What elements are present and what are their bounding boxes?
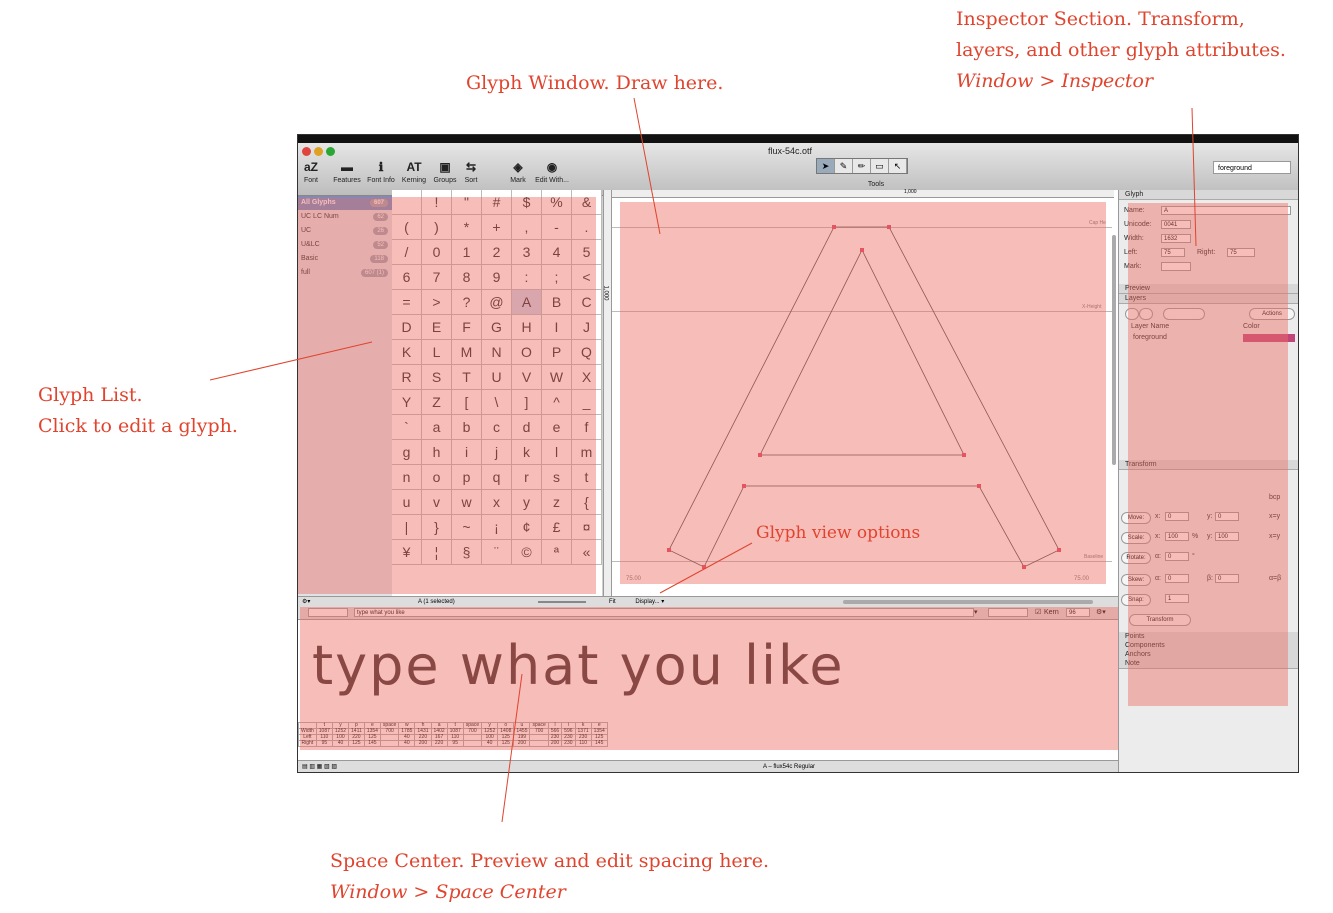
- toolbar-kerning-button[interactable]: AT Kerning: [400, 157, 428, 184]
- window-top-edge: [298, 135, 1298, 143]
- fit-label[interactable]: Fit: [609, 599, 616, 605]
- gear-icon[interactable]: ⚙▾: [302, 599, 310, 605]
- toolbar-edit-with-label: Edit With...: [535, 177, 569, 184]
- horizontal-scrollbar[interactable]: [843, 600, 1093, 604]
- toolbar: flux-54c.otf aZ Font ▬ Features ℹ Font Info…: [298, 143, 1298, 196]
- features-icon: ▬: [341, 160, 353, 174]
- minimize-button[interactable]: [314, 147, 323, 156]
- zoom-button[interactable]: [326, 147, 335, 156]
- pointer-tool-icon[interactable]: ➤: [817, 159, 835, 173]
- annotation-inspector-line-2: layers, and other glyph attributes.: [956, 39, 1286, 61]
- toolbar-kerning-label: Kerning: [401, 177, 427, 184]
- overlay-glyph-list: [298, 197, 596, 594]
- toolbar-features-label: Features: [333, 177, 361, 184]
- toolbar-sort-button[interactable]: ⇆ Sort: [460, 157, 482, 184]
- tools-segmented-control[interactable]: ➤ ✎ ✏ ▭ ↖: [816, 158, 908, 174]
- toolbar-groups-button[interactable]: ▣ Groups: [432, 157, 458, 184]
- annotation-inspector-line-1: Inspector Section. Transform,: [956, 8, 1245, 30]
- toolbar-font-info-label: Font Info: [367, 177, 395, 184]
- zoom-slider[interactable]: [538, 601, 586, 603]
- overlay-inspector: [1128, 203, 1288, 706]
- groups-icon: ▣: [439, 160, 451, 174]
- select-tool-icon[interactable]: ↖: [889, 159, 907, 173]
- font-icon: aZ: [303, 160, 318, 174]
- toolbar-font-button[interactable]: aZ Font: [300, 157, 322, 184]
- annotation-space-center: Space Center. Preview and edit spacing h…: [330, 846, 769, 908]
- annotation-inspector: Inspector Section. Transform, layers, an…: [956, 4, 1286, 97]
- sort-icon: ⇆: [465, 160, 477, 174]
- window-status-bar: ▤ ▥ ▦ ▧ ▨ A – flux54c Regular: [298, 760, 1118, 772]
- annotation-glyph-list: Glyph List. Click to edit a glyph.: [38, 380, 238, 442]
- inspector-glyph-header[interactable]: Glyph: [1119, 190, 1298, 200]
- toolbar-features-button[interactable]: ▬ Features: [332, 157, 362, 184]
- overlay-space-center: [300, 607, 1118, 750]
- toolbar-groups-label: Groups: [433, 177, 457, 184]
- close-button[interactable]: [302, 147, 311, 156]
- layer-select[interactable]: foreground: [1213, 161, 1291, 174]
- toolbar-font-info-button[interactable]: ℹ Font Info: [366, 157, 396, 184]
- annotation-glyph-window: Glyph Window. Draw here.: [466, 72, 724, 94]
- toolbar-mark-button[interactable]: ◈ Mark: [506, 157, 530, 184]
- toolbar-edit-with-button[interactable]: ◉ Edit With...: [534, 157, 570, 184]
- annotation-inspector-menu: Window > Inspector: [956, 70, 1154, 92]
- display-menu[interactable]: Display...: [635, 599, 659, 605]
- tools-label: Tools: [867, 181, 885, 188]
- toolbar-mark-label: Mark: [510, 177, 526, 184]
- edit-with-icon: ◉: [546, 160, 558, 174]
- chevron-down-icon: ▾: [661, 599, 665, 605]
- view-mode-buttons[interactable]: ▤ ▥ ▦ ▧ ▨: [302, 764, 337, 770]
- pen-tool-icon[interactable]: ✎: [835, 159, 853, 173]
- kerning-icon: AT: [406, 160, 422, 174]
- toolbar-sort-label: Sort: [464, 177, 478, 184]
- annotation-glyph-list-line-1: Glyph List.: [38, 384, 143, 406]
- annotation-space-center-menu: Window > Space Center: [330, 881, 566, 903]
- app-window: flux-54c.otf aZ Font ▬ Features ℹ Font Info…: [297, 134, 1299, 773]
- toolbar-font-label: Font: [303, 177, 318, 184]
- annotation-glyph-list-line-2: Click to edit a glyph.: [38, 415, 238, 437]
- mark-icon: ◈: [513, 160, 523, 174]
- info-icon: ℹ: [378, 160, 384, 174]
- window-title: flux-54c.otf: [768, 146, 813, 156]
- annotation-glyph-view-options: Glyph view options: [756, 523, 921, 543]
- rectangle-tool-icon[interactable]: ▭: [871, 159, 889, 173]
- annotation-space-center-line: Space Center. Preview and edit spacing h…: [330, 850, 770, 872]
- pencil-tool-icon[interactable]: ✏: [853, 159, 871, 173]
- status-text: A – flux54c Regular: [763, 764, 816, 770]
